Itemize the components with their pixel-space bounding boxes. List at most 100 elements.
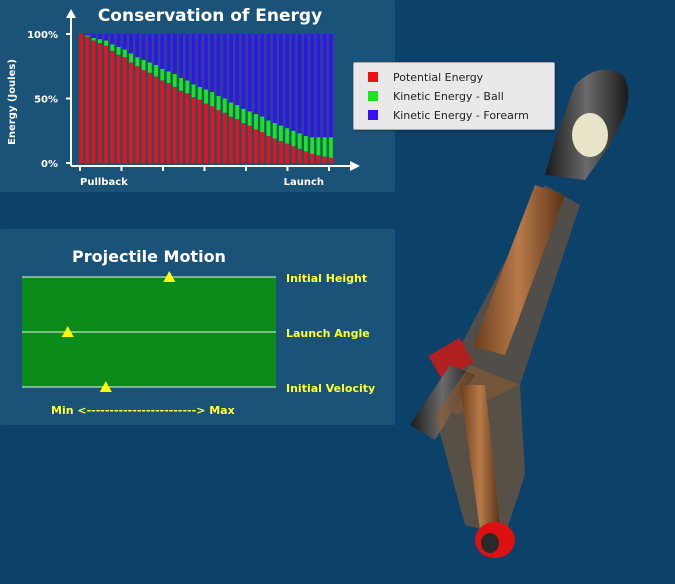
- slider-label-launch-angle: Launch Angle: [286, 327, 370, 340]
- y-tick-label: 0%: [41, 159, 58, 170]
- bar-segment: [285, 34, 290, 129]
- bar-segment: [129, 62, 134, 163]
- bar-segment: [135, 57, 140, 67]
- bar-segment: [141, 34, 146, 60]
- shoulder-ball: [572, 113, 608, 157]
- bar-segment: [154, 34, 158, 65]
- bar-segment: [166, 83, 171, 163]
- bar-segment: [191, 84, 196, 98]
- bar-segment: [110, 34, 115, 45]
- bar-segment: [104, 45, 109, 163]
- bar-segment: [122, 34, 127, 50]
- bar-segment: [278, 125, 283, 142]
- bar-segment: [122, 57, 127, 163]
- bar-segment: [291, 34, 296, 131]
- bar-segment: [154, 76, 158, 163]
- bars-group: [79, 34, 333, 164]
- bar-segment: [316, 155, 321, 163]
- energy-chart-panel: Conservation of Energy Energy (Joules) 0…: [0, 0, 395, 192]
- bar-segment: [166, 71, 171, 84]
- slider-label-initial-height: Initial Height: [286, 272, 368, 285]
- bar-segment: [85, 36, 90, 163]
- bar-segment: [216, 34, 221, 96]
- bar-segment: [110, 50, 115, 163]
- x-tick-label-start: Pullback: [80, 177, 128, 188]
- bar-segment: [179, 34, 183, 78]
- bar-segment: [310, 137, 315, 154]
- bar-segment: [97, 39, 102, 44]
- bar-segment: [179, 90, 183, 163]
- bar-segment: [129, 34, 134, 54]
- bar-segment: [135, 34, 140, 58]
- bar-segment: [291, 146, 296, 163]
- bar-segment: [297, 133, 302, 149]
- bar-segment: [303, 34, 308, 136]
- bar-segment: [278, 141, 283, 163]
- legend-swatch-kinetic-forearm: [368, 110, 378, 120]
- bar-segment: [116, 54, 121, 163]
- bar-segment: [278, 34, 283, 126]
- bar-segment: [79, 34, 84, 163]
- bar-segment: [104, 34, 109, 41]
- bar-segment: [210, 34, 215, 93]
- bar-segment: [241, 108, 246, 124]
- bar-segment: [316, 137, 321, 156]
- bar-segment: [222, 112, 227, 163]
- bar-segment: [191, 34, 196, 85]
- bar-segment: [160, 34, 165, 69]
- bar-segment: [197, 86, 202, 100]
- y-tick-label: 100%: [27, 30, 58, 41]
- bar-segment: [85, 35, 90, 37]
- bar-segment: [235, 34, 240, 105]
- bar-segment: [172, 34, 177, 74]
- bar-segment: [322, 137, 327, 157]
- bar-segment: [266, 120, 271, 136]
- arm-catapult-model[interactable]: [395, 55, 675, 575]
- bar-segment: [160, 80, 165, 163]
- bar-segment: [303, 151, 308, 163]
- bar-segment: [116, 34, 121, 47]
- x-axis-arrow: [350, 161, 360, 171]
- bar-segment: [160, 68, 165, 81]
- bar-segment: [85, 34, 90, 36]
- bar-segment: [204, 103, 208, 163]
- bar-segment: [122, 49, 127, 58]
- bar-segment: [204, 34, 208, 90]
- bar-segment: [210, 92, 215, 107]
- bar-segment: [229, 34, 233, 103]
- bar-segment: [91, 34, 96, 38]
- bar-segment: [210, 106, 215, 163]
- bar-segment: [129, 53, 134, 63]
- bar-segment: [229, 102, 233, 117]
- bar-segment: [247, 34, 252, 112]
- bar-segment: [147, 72, 152, 163]
- bar-segment: [185, 80, 190, 94]
- bar-segment: [104, 40, 109, 46]
- bar-segment: [266, 135, 271, 163]
- bar-segment: [266, 34, 271, 121]
- bar-segment: [310, 34, 315, 138]
- bar-segment: [141, 70, 146, 163]
- bar-segment: [116, 46, 121, 55]
- bar-segment: [241, 34, 246, 109]
- slider-label-initial-velocity: Initial Velocity: [286, 382, 376, 395]
- bar-segment: [222, 34, 227, 99]
- bar-segment: [285, 143, 290, 163]
- legend-swatch-potential: [368, 72, 378, 82]
- bar-segment: [285, 128, 290, 144]
- bar-segment: [191, 97, 196, 163]
- bar-segment: [291, 130, 296, 147]
- legend-swatch-kinetic-ball: [368, 91, 378, 101]
- bar-segment: [166, 34, 171, 72]
- bar-segment: [297, 34, 302, 134]
- bar-segment: [247, 111, 252, 126]
- bar-segment: [216, 95, 221, 111]
- bar-segment: [185, 34, 190, 81]
- bar-segment: [147, 62, 152, 73]
- y-axis-arrow: [66, 9, 76, 18]
- bar-segment: [303, 135, 308, 152]
- energy-chart: Energy (Joules) 0% 50% 100% Pullback Launch: [7, 9, 360, 188]
- bar-segment: [272, 34, 277, 124]
- bar-segment: [229, 116, 233, 163]
- bar-segment: [241, 123, 246, 163]
